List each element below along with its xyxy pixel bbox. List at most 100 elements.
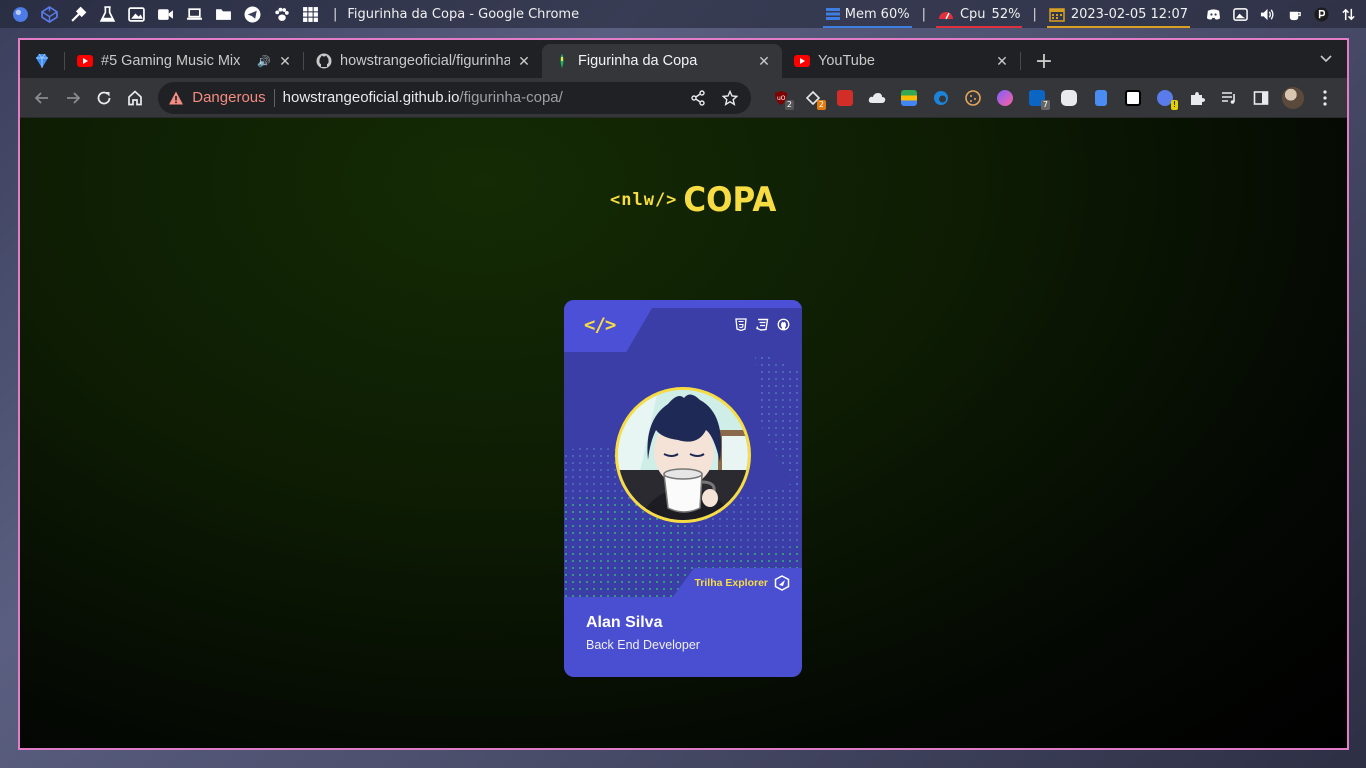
profile-photo (615, 387, 751, 523)
tab-github-figurinha[interactable]: howstrangeoficial/figurinha-copa ✕ (304, 44, 542, 78)
forward-button[interactable] (57, 82, 88, 114)
url-path[interactable]: /figurinha-copa/ (459, 89, 562, 106)
css3-icon (755, 317, 769, 331)
flask-icon[interactable] (93, 1, 122, 27)
tab-youtube[interactable]: YouTube ✕ (782, 44, 1020, 78)
tab-close-icon[interactable]: ✕ (516, 53, 532, 69)
caffeine-icon[interactable] (1281, 1, 1308, 27)
lastpass-extension-icon[interactable] (829, 82, 861, 114)
cpu-bar (935, 26, 1023, 28)
image-viewer-icon[interactable] (122, 1, 151, 27)
video-camera-icon[interactable] (151, 1, 180, 27)
pia-vpn-icon[interactable] (1308, 1, 1335, 27)
media-control-icon[interactable] (1213, 82, 1245, 114)
monitor-separator: | (1032, 6, 1037, 22)
tab-close-icon[interactable]: ✕ (994, 53, 1010, 69)
bookmark-star-icon[interactable] (717, 85, 743, 111)
gradient-extension-icon[interactable] (989, 82, 1021, 114)
edge-extension-icon[interactable] (925, 82, 957, 114)
tab-title: YouTube (818, 53, 875, 69)
sticker-person-name: Alan Silva (586, 614, 663, 631)
memory-icon (825, 8, 840, 20)
address-bar[interactable]: Dangerous howstrangeoficial.github.io/fi… (158, 81, 751, 114)
system-monitors: Mem 60% | Cpu 52% | 2023-02-05 12:07 (822, 0, 1362, 28)
github-icon (776, 317, 790, 331)
tab-title: #5 Gaming Music Mix (101, 53, 241, 69)
volume-icon[interactable] (1254, 1, 1281, 27)
explorer-hexagon-icon (774, 575, 790, 591)
laptop-icon[interactable] (180, 1, 209, 27)
extensions-puzzle-icon[interactable] (1181, 82, 1213, 114)
network-updown-icon[interactable] (1335, 1, 1362, 27)
back-button[interactable] (26, 82, 57, 114)
memory-monitor[interactable]: Mem 60% (822, 0, 912, 28)
panel-separator: | (333, 6, 338, 22)
memory-label: Mem (844, 6, 877, 22)
telegram-icon[interactable] (238, 1, 267, 27)
side-panel-icon[interactable] (1245, 82, 1277, 114)
clock-monitor[interactable]: 2023-02-05 12:07 (1046, 0, 1190, 28)
url-host[interactable]: howstrangeoficial.github.io (283, 89, 460, 106)
paw-icon[interactable] (267, 1, 296, 27)
discord-icon[interactable] (1200, 1, 1227, 27)
color-picker-icon[interactable] (64, 1, 93, 27)
new-tab-button[interactable]: + (1029, 46, 1059, 76)
clock-bar (1046, 26, 1190, 28)
google-keep-extension-icon[interactable] (893, 82, 925, 114)
header-notch (624, 308, 802, 356)
database-extension-icon[interactable] (1053, 82, 1085, 114)
sticker-header: </> (564, 300, 802, 356)
trail-badge: Trilha Explorer (672, 568, 802, 598)
cpu-monitor[interactable]: Cpu 52% (935, 0, 1023, 28)
share-icon[interactable] (685, 85, 711, 111)
tab-search-chevron-icon[interactable] (1315, 48, 1337, 70)
docs-extension-icon[interactable] (1085, 82, 1117, 114)
profile-avatar[interactable] (1277, 82, 1309, 114)
screenshot-tray-icon[interactable] (1227, 1, 1254, 27)
extension-badge: ! (1170, 99, 1178, 110)
tab-divider (1020, 52, 1021, 70)
youtube-icon (794, 53, 810, 69)
warning-triangle-icon[interactable] (168, 90, 184, 106)
tab-close-icon[interactable]: ✕ (756, 53, 772, 69)
linkedin-extension-icon[interactable]: 7 (1021, 82, 1053, 114)
browser-toolbar: Dangerous howstrangeoficial.github.io/fi… (20, 78, 1347, 118)
sticker-person-role: Back End Developer (586, 638, 700, 652)
tab-title: howstrangeoficial/figurinha-copa (340, 53, 510, 69)
monitor-separator: | (921, 6, 926, 22)
security-status-label[interactable]: Dangerous (192, 89, 265, 106)
app-grid-icon[interactable] (296, 1, 325, 27)
feedly-extension-icon[interactable]: 2 (797, 82, 829, 114)
logo-nlw-tag: <nlw/> (610, 190, 678, 210)
back-arrow-icon (34, 91, 48, 104)
reload-button[interactable] (88, 82, 119, 114)
home-button[interactable] (119, 82, 150, 114)
ublock-extension-icon[interactable]: uO 2 (765, 82, 797, 114)
calendar-icon (1049, 7, 1065, 22)
home-icon (127, 89, 142, 105)
audio-playing-icon[interactable]: 🔊 (257, 55, 271, 68)
cloud-extension-icon[interactable] (861, 82, 893, 114)
chat-translate-extension-icon[interactable]: ! (1149, 82, 1181, 114)
notion-extension-icon[interactable] (1117, 82, 1149, 114)
chrome-menu-kebab-icon[interactable] (1309, 82, 1341, 114)
code-brackets-icon: </> (584, 314, 616, 336)
extension-badge: 7 (1040, 99, 1050, 110)
trail-label: Trilha Explorer (694, 577, 768, 589)
cpu-label: Cpu (959, 6, 986, 22)
tech-icons (734, 317, 790, 331)
memory-bar (822, 26, 912, 28)
youtube-icon (77, 53, 93, 69)
folder-icon[interactable] (209, 1, 238, 27)
chrome-window: #5 Gaming Music Mix 🔊 ✕ howstrangeoficia… (18, 38, 1349, 750)
gem-icon (34, 53, 50, 69)
tab-pinned-gem[interactable] (20, 44, 64, 78)
tab-figurinha-da-copa[interactable]: Figurinha da Copa ✕ (542, 44, 782, 78)
tab-gaming-music-mix[interactable]: #5 Gaming Music Mix 🔊 ✕ (65, 44, 303, 78)
codepen-icon[interactable] (35, 1, 64, 27)
tab-close-icon[interactable]: ✕ (277, 53, 293, 69)
cookie-extension-icon[interactable] (957, 82, 989, 114)
logo-copa-word: COPA (683, 180, 777, 220)
app-menu-icon[interactable] (6, 1, 35, 27)
clock-datetime: 2023-02-05 12:07 (1070, 6, 1188, 22)
